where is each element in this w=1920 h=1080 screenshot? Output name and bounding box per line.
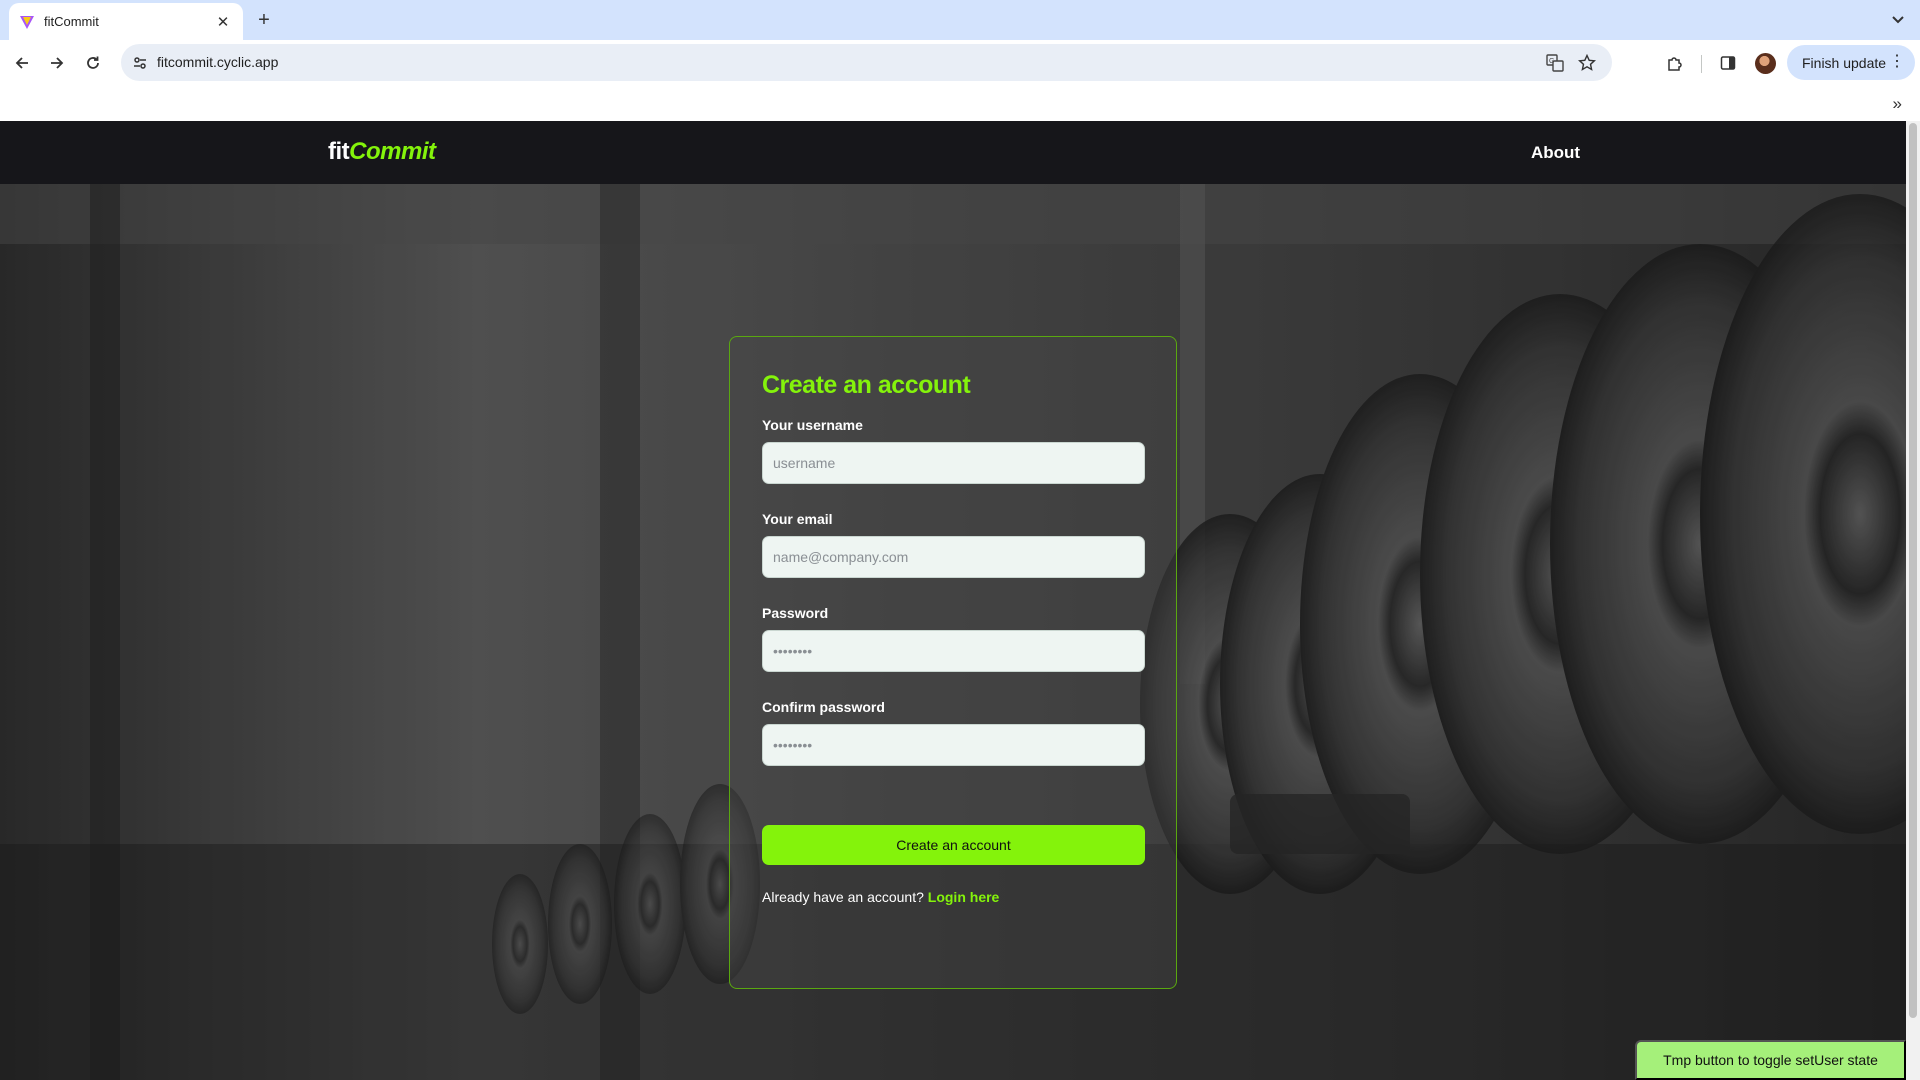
svg-text:G: G [1549, 58, 1554, 65]
page-viewport: fitCommit About Create an account Your u… [0, 121, 1906, 1080]
vite-favicon-icon [19, 14, 35, 30]
create-account-button[interactable]: Create an account [762, 825, 1145, 865]
side-panel-icon[interactable] [1715, 50, 1741, 76]
password-label: Password [762, 605, 829, 621]
tab-title: fitCommit [44, 14, 99, 29]
browser-tabstrip: fitCommit ✕ + [0, 0, 1920, 40]
email-input[interactable] [762, 536, 1145, 578]
finish-update-button[interactable]: Finish update ⋮ [1787, 45, 1915, 80]
profile-avatar[interactable] [1755, 53, 1776, 74]
browser-tab[interactable]: fitCommit ✕ [9, 3, 243, 40]
signin-prompt-row: Already have an account? Login here [762, 889, 999, 905]
toolbar-divider [1701, 55, 1702, 73]
site-logo[interactable]: fitCommit [328, 138, 436, 166]
hero-section: Create an account Your username Your ema… [0, 184, 1906, 1080]
forward-arrow-icon[interactable] [42, 48, 72, 78]
signup-card: Create an account Your username Your ema… [729, 336, 1177, 989]
toggle-user-state-button[interactable]: Tmp button to toggle setUser state [1635, 1040, 1906, 1080]
extensions-puzzle-icon[interactable] [1662, 50, 1688, 76]
logo-text-commit: Commit [349, 138, 436, 165]
back-arrow-icon[interactable] [7, 48, 37, 78]
address-bar[interactable]: fitcommit.cyclic.app G [121, 44, 1612, 81]
bookmarks-bar: » [0, 86, 1920, 121]
login-here-link[interactable]: Login here [928, 889, 1000, 905]
browser-toolbar: fitcommit.cyclic.app G Finish update ⋮ [0, 40, 1920, 86]
close-tab-icon[interactable]: ✕ [213, 12, 233, 32]
signup-title: Create an account [762, 371, 971, 399]
more-menu-icon[interactable]: ⋮ [1889, 54, 1905, 70]
scrollbar-thumb[interactable] [1909, 123, 1917, 1018]
logo-text-fit: fit [328, 138, 350, 165]
password-input[interactable] [762, 630, 1145, 672]
confirm-password-input[interactable] [762, 724, 1145, 766]
confirm-password-label: Confirm password [762, 699, 885, 715]
nav-about-link[interactable]: About [1531, 143, 1580, 163]
new-tab-icon[interactable]: + [252, 8, 276, 32]
finish-update-label: Finish update [1802, 54, 1887, 71]
reload-icon[interactable] [78, 48, 108, 78]
email-label: Your email [762, 511, 833, 527]
site-navbar: fitCommit About [0, 121, 1906, 184]
site-info-icon[interactable] [130, 53, 150, 73]
url-text[interactable]: fitcommit.cyclic.app [157, 54, 278, 70]
bookmark-star-icon[interactable] [1576, 52, 1598, 74]
translate-icon[interactable]: G [1544, 52, 1566, 74]
username-input[interactable] [762, 442, 1145, 484]
tab-search-chevron-icon[interactable] [1886, 8, 1910, 32]
page-scrollbar[interactable] [1906, 121, 1920, 1080]
username-label: Your username [762, 417, 863, 433]
bookmarks-overflow-icon[interactable]: » [1893, 94, 1902, 114]
signin-prompt-text: Already have an account? [762, 889, 924, 905]
